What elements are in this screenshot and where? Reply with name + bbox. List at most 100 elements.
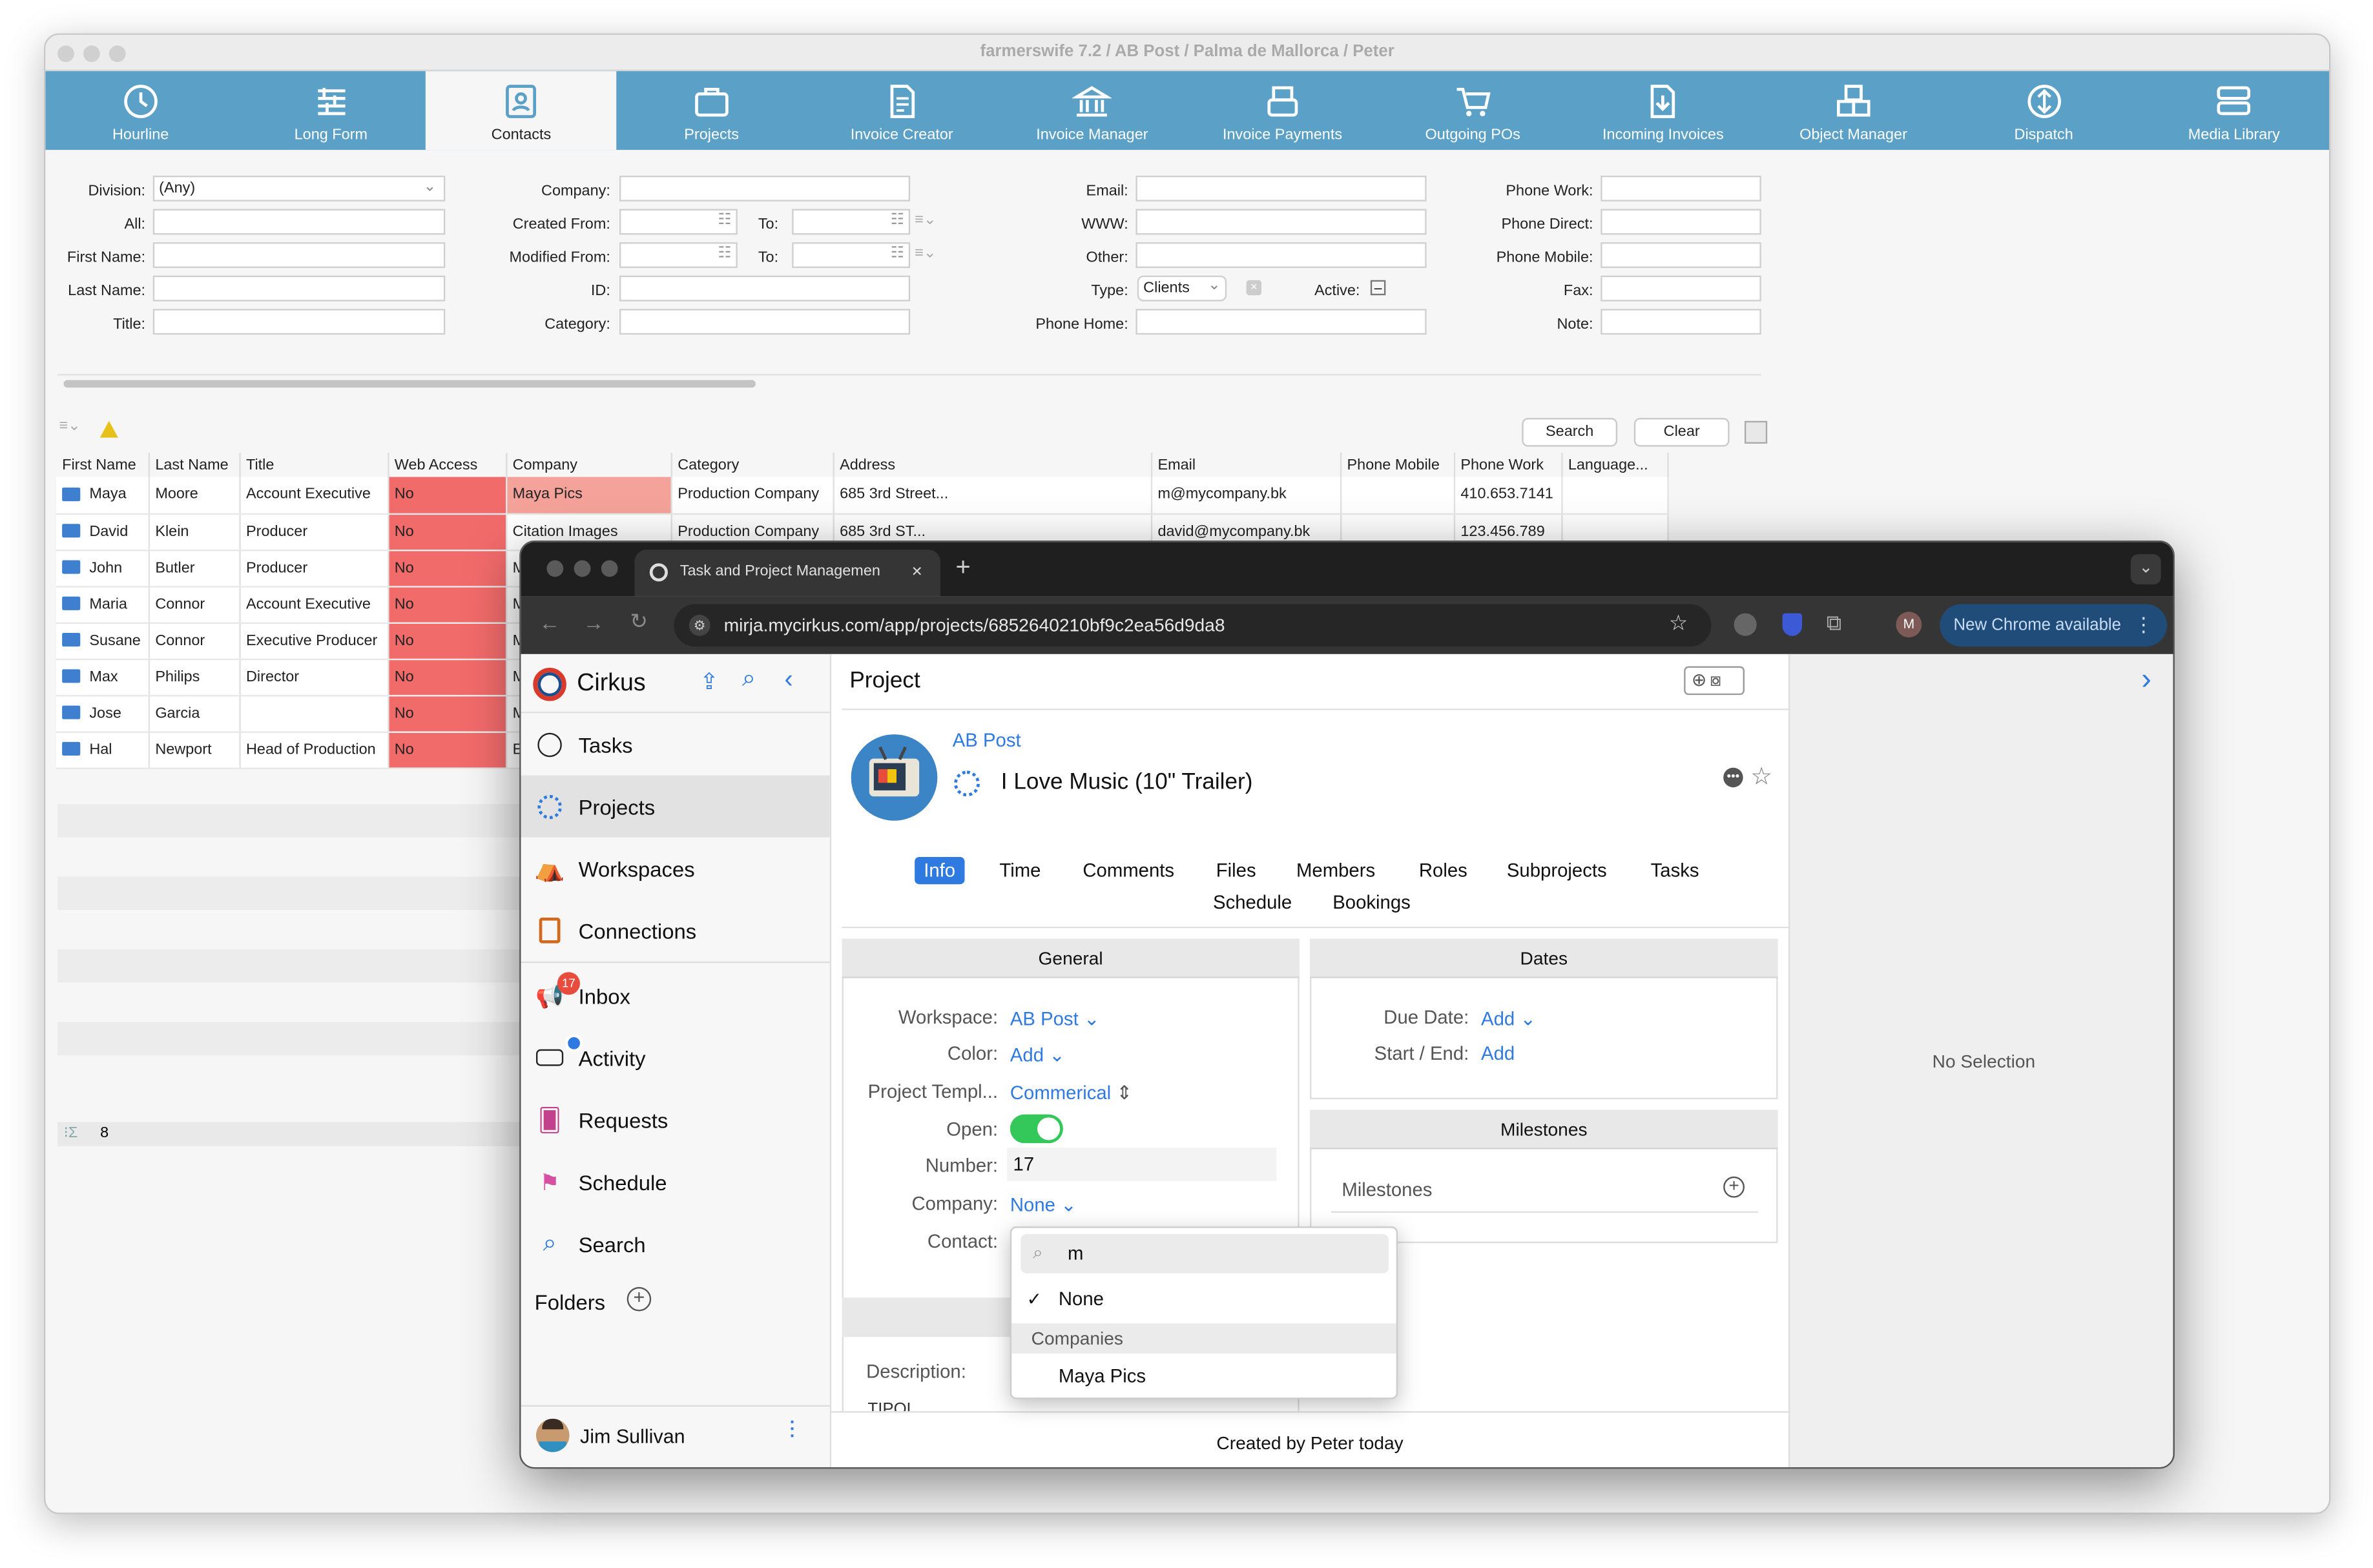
column-sum-icon[interactable]: ⁝Σ bbox=[63, 1125, 78, 1142]
column-header[interactable]: First Name bbox=[56, 453, 149, 477]
profile-avatar[interactable]: M bbox=[1896, 612, 1922, 638]
phone-mobile-field[interactable] bbox=[1601, 242, 1761, 268]
other-field[interactable] bbox=[1135, 242, 1427, 268]
sidebar-item-workspaces[interactable]: ⛺ Workspaces bbox=[521, 838, 830, 900]
last-name-field[interactable] bbox=[152, 275, 446, 302]
status-dotted-circle-icon[interactable] bbox=[954, 770, 980, 797]
color-select[interactable]: Add ⌄ bbox=[1010, 1043, 1065, 1066]
user-name[interactable]: Jim Sullivan bbox=[580, 1425, 685, 1447]
zoom-window-button[interactable] bbox=[601, 560, 618, 577]
tab-info[interactable]: Info bbox=[915, 857, 965, 885]
ribbon-tab-object-manager[interactable]: Object Manager bbox=[1758, 71, 1949, 150]
search-icon[interactable]: ⌕ bbox=[742, 666, 756, 694]
type-select[interactable]: Clients ⌄ bbox=[1137, 275, 1227, 302]
email-field[interactable] bbox=[1135, 175, 1427, 201]
number-field[interactable]: 17 bbox=[1007, 1148, 1277, 1181]
close-tab-icon[interactable]: × bbox=[911, 561, 922, 582]
search-button[interactable]: Search bbox=[1522, 418, 1618, 447]
settings-sliders-icon[interactable]: ⫶ bbox=[789, 1419, 795, 1446]
chevron-right-icon[interactable]: › bbox=[2141, 663, 2151, 698]
collapse-sidebar-icon[interactable]: ‹ bbox=[785, 665, 793, 695]
share-icon[interactable]: ⇪ bbox=[699, 668, 718, 695]
active-checkbox[interactable]: – bbox=[1370, 280, 1386, 296]
open-toggle[interactable] bbox=[1010, 1114, 1063, 1144]
ribbon-tab-invoice-creator[interactable]: Invoice Creator bbox=[807, 71, 997, 150]
ribbon-tab-incoming-invoices[interactable]: Incoming Invoices bbox=[1568, 71, 1759, 150]
workspace-link[interactable]: AB Post bbox=[953, 730, 1021, 751]
sidebar-item-tasks[interactable]: Tasks bbox=[521, 713, 830, 775]
reload-icon[interactable]: ↻ bbox=[630, 609, 648, 635]
kebab-menu-icon[interactable]: ⋮ bbox=[2134, 604, 2153, 646]
tab-time[interactable]: Time bbox=[999, 860, 1041, 882]
add-icon[interactable]: ⊕ bbox=[1692, 669, 1707, 690]
created-to-field[interactable]: ☷ bbox=[792, 209, 911, 235]
column-header[interactable]: Email bbox=[1150, 453, 1342, 477]
column-header[interactable]: Phone Mobile bbox=[1340, 453, 1455, 477]
tab-comments[interactable]: Comments bbox=[1083, 860, 1174, 882]
panel-actions[interactable]: ⊕ ⧇ bbox=[1684, 666, 1745, 696]
calendar-icon[interactable]: ☷ bbox=[891, 212, 904, 229]
due-date-select[interactable]: Add ⌄ bbox=[1481, 1007, 1536, 1030]
ribbon-tab-dispatch[interactable]: Dispatch bbox=[1949, 71, 2139, 150]
attachment-icon[interactable]: ⧇ bbox=[1710, 669, 1721, 690]
title-field[interactable] bbox=[152, 309, 446, 335]
forward-icon[interactable]: → bbox=[583, 610, 605, 635]
fax-field[interactable] bbox=[1601, 275, 1761, 302]
company-field[interactable] bbox=[619, 175, 911, 201]
clear-button[interactable]: Clear bbox=[1633, 418, 1730, 447]
start-end-value[interactable]: Add bbox=[1481, 1043, 1515, 1064]
column-header[interactable]: Language... bbox=[1561, 453, 1668, 477]
sidebar-item-requests[interactable]: 🂠 Requests bbox=[521, 1089, 830, 1151]
puzzle-extensions-icon[interactable]: ⧉ bbox=[1827, 610, 1841, 636]
calendar-icon[interactable]: ☷ bbox=[891, 245, 904, 262]
column-header[interactable]: Phone Work bbox=[1453, 453, 1562, 477]
created-from-field[interactable]: ☷ bbox=[619, 209, 738, 235]
all-field[interactable] bbox=[152, 209, 446, 235]
workspace-select[interactable]: AB Post ⌄ bbox=[1010, 1007, 1100, 1030]
horizontal-scrollbar[interactable] bbox=[63, 380, 756, 388]
column-header[interactable]: Company bbox=[506, 453, 672, 477]
ribbon-tab-invoice-manager[interactable]: Invoice Manager bbox=[997, 71, 1188, 150]
tab-subprojects[interactable]: Subprojects bbox=[1507, 860, 1607, 882]
tab-files[interactable]: Files bbox=[1216, 860, 1256, 882]
modified-to-field[interactable]: ☷ bbox=[792, 242, 911, 268]
calendar-icon[interactable]: ☷ bbox=[718, 212, 731, 229]
more-icon[interactable]: ••• bbox=[1723, 767, 1743, 788]
clear-type-icon[interactable]: × bbox=[1246, 280, 1262, 296]
update-chrome-button[interactable]: New Chrome available ⋮ bbox=[1940, 604, 2168, 647]
add-folder-icon[interactable]: + bbox=[627, 1286, 652, 1312]
column-header[interactable]: Title bbox=[239, 453, 389, 477]
table-row[interactable]: Maya Moore Account Executive No Maya Pics Pro… bbox=[56, 477, 1668, 514]
tab-bookings[interactable]: Bookings bbox=[1332, 892, 1411, 913]
template-select[interactable]: Commerical ⇕ bbox=[1010, 1081, 1132, 1104]
tab-roles[interactable]: Roles bbox=[1419, 860, 1467, 882]
omnibox[interactable]: ⚙ mirja.mycirkus.com/app/projects/685264… bbox=[674, 604, 1712, 647]
calendar-icon[interactable]: ☷ bbox=[718, 245, 731, 262]
bitwarden-shield-icon[interactable] bbox=[1782, 613, 1803, 636]
ribbon-tab-projects[interactable]: Projects bbox=[616, 71, 807, 150]
modified-from-field[interactable]: ☷ bbox=[619, 242, 738, 268]
tab-search-icon[interactable]: ⌄ bbox=[2130, 554, 2161, 585]
star-icon[interactable]: ☆ bbox=[1750, 761, 1772, 792]
back-icon[interactable]: ← bbox=[539, 610, 561, 635]
sidebar-item-schedule[interactable]: ⚑ Schedule bbox=[521, 1151, 830, 1213]
tab-tasks[interactable]: Tasks bbox=[1651, 860, 1699, 882]
bookmark-star-icon[interactable]: ☆ bbox=[1669, 610, 1688, 636]
phone-work-field[interactable] bbox=[1601, 175, 1761, 201]
site-info-icon[interactable]: ⚙ bbox=[689, 614, 710, 636]
dropdown-option-maya-pics[interactable]: Maya Pics bbox=[1059, 1366, 1146, 1387]
extension-icon[interactable] bbox=[1734, 613, 1757, 636]
dropdown-option-none[interactable]: None bbox=[1059, 1288, 1104, 1310]
close-window-button[interactable] bbox=[546, 560, 564, 577]
category-field[interactable] bbox=[619, 309, 911, 335]
note-field[interactable] bbox=[1601, 309, 1761, 335]
ribbon-tab-media-library[interactable]: Media Library bbox=[2139, 71, 2329, 150]
export-icon[interactable] bbox=[1744, 420, 1768, 444]
ribbon-tab-hourline[interactable]: Hourline bbox=[45, 71, 236, 150]
list-options-icon[interactable]: ≡⌄ bbox=[915, 245, 936, 262]
sidebar-item-projects[interactable]: Projects bbox=[521, 775, 830, 838]
column-header[interactable]: Last Name bbox=[148, 453, 240, 477]
sidebar-item-search[interactable]: ⌕ Search bbox=[521, 1213, 830, 1275]
id-field[interactable] bbox=[619, 275, 911, 302]
user-avatar[interactable] bbox=[535, 1418, 570, 1452]
